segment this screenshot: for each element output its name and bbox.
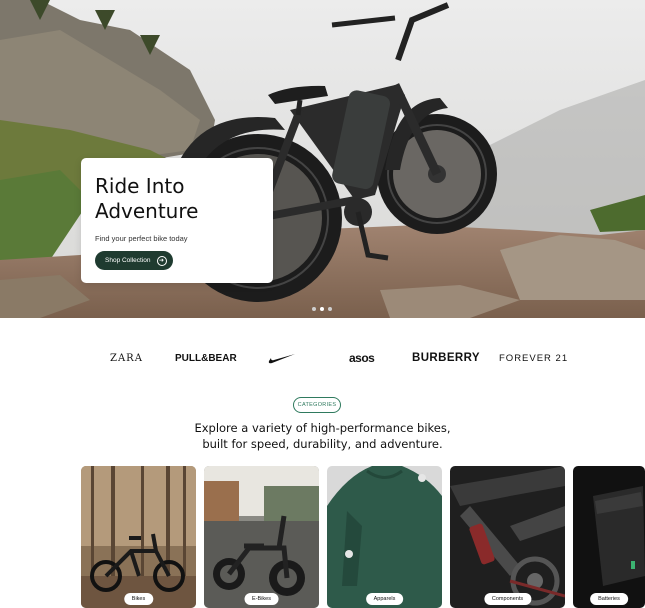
hero-title-line2: Adventure — [95, 199, 199, 223]
shop-collection-button[interactable]: Shop Collection ➜ — [95, 251, 173, 270]
e-bikes-photo — [204, 466, 319, 608]
categories-badge: CATEGORIES — [293, 397, 341, 413]
category-card-apparels[interactable]: Apparels — [327, 466, 442, 608]
categories-heading-line2: built for speed, durability, and adventu… — [202, 437, 443, 451]
brand-logos-row: ZARA PULL&BEAR asos BURBERRY FOREVER 21 — [0, 346, 645, 370]
apparels-photo — [327, 466, 442, 608]
category-card-components[interactable]: Components — [450, 466, 565, 608]
category-label-e-bikes: E-Bikes — [244, 593, 279, 605]
batteries-photo — [573, 466, 645, 608]
hero-subtitle: Find your perfect bike today — [95, 234, 188, 243]
carousel-dot-1[interactable] — [312, 307, 316, 311]
bikes-photo — [81, 466, 196, 608]
carousel-dots — [312, 307, 332, 311]
hero-banner: Ride Into Adventure Find your perfect bi… — [0, 0, 645, 318]
hero-title-line1: Ride Into — [95, 174, 185, 198]
nike-swoosh-icon[interactable] — [268, 346, 296, 370]
category-card-bikes[interactable]: Bikes — [81, 466, 196, 608]
carousel-dot-3[interactable] — [328, 307, 332, 311]
arrow-right-circle-icon: ➜ — [156, 255, 167, 266]
category-card-e-bikes[interactable]: E-Bikes — [204, 466, 319, 608]
categories-heading: Explore a variety of high-performance bi… — [150, 420, 495, 452]
category-label-components: Components — [483, 593, 532, 605]
brand-logo-pull-bear[interactable]: PULL&BEAR — [175, 346, 237, 370]
carousel-dot-2[interactable] — [320, 307, 324, 311]
category-label-apparels: Apparels — [365, 593, 404, 605]
category-label-batteries: Batteries — [590, 593, 628, 605]
components-photo — [450, 466, 565, 608]
category-card-batteries[interactable]: Batteries — [573, 466, 645, 608]
brand-logo-zara[interactable]: ZARA — [110, 346, 143, 370]
brand-logo-forever21[interactable]: FOREVER 21 — [499, 346, 568, 370]
hero-card: Ride Into Adventure Find your perfect bi… — [81, 158, 273, 283]
categories-heading-line1: Explore a variety of high-performance bi… — [194, 421, 451, 435]
shop-collection-label: Shop Collection — [105, 257, 151, 264]
category-label-bikes: Bikes — [123, 593, 154, 605]
brand-logo-burberry[interactable]: BURBERRY — [412, 346, 480, 370]
brand-logo-asos[interactable]: asos — [349, 346, 375, 370]
